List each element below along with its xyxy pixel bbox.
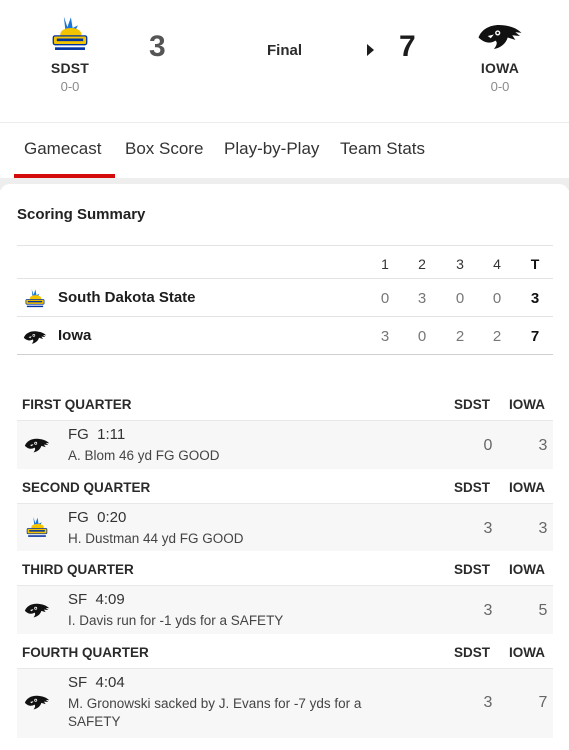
game-status: Final <box>267 42 303 59</box>
play-away-score: 3 <box>483 602 493 619</box>
quarter-title: THIRD QUARTER <box>22 562 134 577</box>
hawkeye-logo-icon <box>24 598 50 622</box>
home-team-abbr: IOWA <box>480 60 520 76</box>
play-description: A. Blom 46 yd FG GOOD <box>68 448 220 463</box>
quarter-title: SECOND QUARTER <box>22 480 151 495</box>
home-team-record: 0-0 <box>490 79 510 94</box>
scoring-play[interactable]: SF 4:04 M. Gronowski sacked by J. Evans … <box>17 668 553 738</box>
hawkeye-logo-icon <box>477 20 523 52</box>
play-home-score: 7 <box>538 694 548 711</box>
scoring-play[interactable]: FG 0:20 H. Dustman 44 yd FG GOOD 3 3 <box>17 503 553 553</box>
play-home-score: 3 <box>538 437 548 454</box>
quarter-header: SECOND QUARTER SDST IOWA <box>17 469 553 503</box>
play-type-time: FG 1:11 <box>68 426 126 443</box>
table-row: South Dakota State 0 3 0 0 3 <box>17 279 553 317</box>
quarter-score: 0 <box>455 290 465 307</box>
hawkeye-logo-icon <box>24 433 50 457</box>
col-q4: 4 <box>493 256 501 272</box>
quarter-score: 0 <box>380 290 390 307</box>
play-description: I. Davis run for -1 yds for a SAFETY <box>68 613 284 628</box>
play-description: H. Dustman 44 yd FG GOOD <box>68 531 244 546</box>
game-scoreboard: SDST 0-0 3 Final 7 IOWA 0-0 <box>0 0 569 122</box>
hawkeye-logo-icon <box>23 326 47 348</box>
jackrabbits-logo-icon <box>24 516 50 540</box>
total-score: 3 <box>530 290 540 307</box>
col-home: IOWA <box>509 645 545 660</box>
quarter-score: 2 <box>455 328 465 345</box>
away-team-record: 0-0 <box>60 79 80 94</box>
col-away: SDST <box>454 562 491 577</box>
play-type-time: SF 4:09 <box>68 591 125 608</box>
quarter-title: FOURTH QUARTER <box>22 645 149 660</box>
quarter-score: 0 <box>492 290 502 307</box>
col-away: SDST <box>454 645 491 660</box>
home-team-block[interactable]: IOWA 0-0 <box>460 14 540 94</box>
team-name[interactable]: Iowa <box>58 327 91 344</box>
away-team-abbr: SDST <box>50 60 90 76</box>
game-tabs: Gamecast Box Score Play-by-Play Team Sta… <box>0 122 569 178</box>
tab-gamecast[interactable]: Gamecast <box>24 139 101 159</box>
play-away-score: 0 <box>483 437 493 454</box>
quarter-header: THIRD QUARTER SDST IOWA <box>17 551 553 585</box>
play-away-score: 3 <box>483 694 493 711</box>
scoring-summary-card: Scoring Summary 1 2 3 4 T South Dakota S… <box>0 184 569 750</box>
col-q1: 1 <box>381 256 389 272</box>
tab-box-score[interactable]: Box Score <box>125 139 203 159</box>
home-score: 7 <box>399 30 416 63</box>
scoring-play[interactable]: FG 1:11 A. Blom 46 yd FG GOOD 0 3 <box>17 420 553 470</box>
quarter-score: 3 <box>417 290 427 307</box>
col-home: IOWA <box>509 562 545 577</box>
col-away: SDST <box>454 480 491 495</box>
play-away-score: 3 <box>483 520 493 537</box>
col-q2: 2 <box>418 256 426 272</box>
away-score: 3 <box>149 30 166 63</box>
team-name[interactable]: South Dakota State <box>58 289 196 306</box>
play-home-score: 3 <box>538 520 548 537</box>
quarter-header: FIRST QUARTER SDST IOWA <box>17 386 553 420</box>
jackrabbits-logo-icon <box>23 288 47 310</box>
col-home: IOWA <box>509 397 545 412</box>
card-title: Scoring Summary <box>17 206 146 223</box>
quarter-score: 2 <box>492 328 502 345</box>
away-team-block[interactable]: SDST 0-0 <box>30 14 110 94</box>
summary-header-row: 1 2 3 4 T <box>17 245 553 279</box>
col-home: IOWA <box>509 480 545 495</box>
quarter-header: FOURTH QUARTER SDST IOWA <box>17 634 553 668</box>
scoring-play[interactable]: SF 4:09 I. Davis run for -1 yds for a SA… <box>17 585 553 635</box>
quarter-title: FIRST QUARTER <box>22 397 132 412</box>
play-home-score: 5 <box>538 602 548 619</box>
play-type-time: SF 4:04 <box>68 674 125 691</box>
quarter-score: 3 <box>380 328 390 345</box>
table-row: Iowa 3 0 2 2 7 <box>17 317 553 355</box>
play-description: M. Gronowski sacked by J. Evans for -7 y… <box>68 696 362 729</box>
quarter-score: 0 <box>417 328 427 345</box>
col-away: SDST <box>454 397 491 412</box>
hawkeye-logo-icon <box>24 690 50 714</box>
winner-arrow-icon <box>367 44 374 56</box>
tab-team-stats[interactable]: Team Stats <box>340 139 425 159</box>
col-q3: 3 <box>456 256 464 272</box>
jackrabbits-logo-icon <box>48 14 92 56</box>
total-score: 7 <box>530 328 540 345</box>
col-total: T <box>530 256 540 272</box>
tab-play-by-play[interactable]: Play-by-Play <box>224 139 319 159</box>
play-type-time: FG 0:20 <box>68 509 127 526</box>
